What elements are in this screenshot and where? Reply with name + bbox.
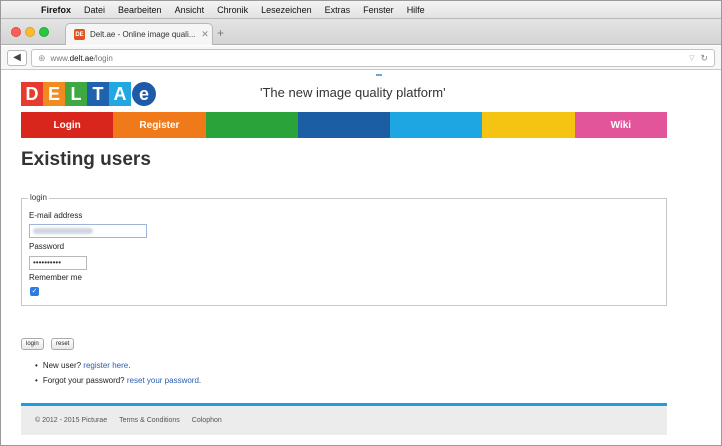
delta-e-logo[interactable]: D E L T A e — [21, 82, 156, 106]
menu-ansicht[interactable]: Ansicht — [175, 5, 205, 15]
fieldset-legend: login — [28, 193, 49, 202]
main-nav: Login Register Wiki — [21, 112, 667, 138]
menu-fenster[interactable]: Fenster — [363, 5, 394, 15]
menubar: Firefox Datei Bearbeiten Ansicht Chronik… — [1, 1, 721, 19]
menu-chronik[interactable]: Chronik — [217, 5, 248, 15]
close-window-button[interactable] — [11, 27, 21, 37]
logo-letter: D — [21, 82, 43, 106]
logo-letter-e: e — [132, 82, 156, 106]
nav-segment-yellow[interactable] — [482, 112, 575, 138]
nav-register[interactable]: Register — [113, 112, 206, 138]
favicon-icon: DE — [74, 29, 85, 40]
browser-window: Firefox Datei Bearbeiten Ansicht Chronik… — [0, 0, 722, 446]
menu-bearbeiten[interactable]: Bearbeiten — [118, 5, 162, 15]
email-value-redacted — [33, 228, 93, 234]
nav-wiki[interactable]: Wiki — [574, 112, 667, 138]
remember-me-checkbox[interactable]: ✓ — [30, 287, 39, 296]
nav-segment-blue[interactable] — [297, 112, 391, 138]
url-bar[interactable]: ⊕ www.delt.ae/login ▽ ↻ — [31, 49, 715, 67]
email-field[interactable] — [29, 224, 147, 238]
reset-password-link[interactable]: reset your password — [127, 376, 199, 385]
forgot-password-item: Forgot your password? reset your passwor… — [35, 376, 201, 385]
new-user-item: New user? register here. — [35, 361, 201, 370]
copyright-text: © 2012 - 2015 Picturae — [35, 417, 108, 424]
url-text: www.delt.ae/login — [50, 53, 113, 63]
back-button[interactable]: ◀ — [7, 50, 27, 66]
page-title: Existing users — [21, 149, 151, 170]
register-link[interactable]: register here — [83, 361, 128, 370]
login-button[interactable]: login — [21, 338, 44, 350]
logo-letter: A — [109, 82, 131, 106]
menu-datei[interactable]: Datei — [84, 5, 105, 15]
logo-letter: T — [87, 82, 109, 106]
decorative-mark — [376, 74, 382, 76]
reload-icon[interactable]: ↻ — [700, 53, 708, 64]
login-fieldset: login E-mail address Password ••••••••••… — [21, 193, 667, 306]
menu-extras[interactable]: Extras — [325, 5, 351, 15]
web-page: D E L T A e 'The new image quality platf… — [2, 71, 720, 445]
help-links: New user? register here. Forgot your pas… — [35, 361, 201, 391]
site-tagline: 'The new image quality platform' — [260, 85, 446, 100]
navigation-bar: ◀ ⊕ www.delt.ae/login ▽ ↻ — [1, 46, 721, 70]
menu-hilfe[interactable]: Hilfe — [407, 5, 425, 15]
minimize-window-button[interactable] — [25, 27, 35, 37]
zoom-window-button[interactable] — [39, 27, 49, 37]
logo-letter: L — [65, 82, 87, 106]
logo-letter: E — [43, 82, 65, 106]
page-footer: © 2012 - 2015 Picturae Terms & Condition… — [21, 403, 667, 435]
nav-login[interactable]: Login — [21, 112, 114, 138]
menu-lesezeichen[interactable]: Lesezeichen — [261, 5, 312, 15]
browser-tab[interactable]: DE Delt.ae - Online image quali... ✕ — [65, 23, 213, 45]
globe-icon: ⊕ — [38, 52, 46, 63]
password-label: Password — [29, 242, 65, 251]
nav-segment-lightblue[interactable] — [390, 112, 483, 138]
close-tab-icon[interactable]: ✕ — [198, 29, 212, 40]
url-dropdown-icon[interactable]: ▽ — [689, 54, 694, 62]
email-label: E-mail address — [29, 211, 83, 220]
new-tab-icon[interactable]: + — [217, 27, 224, 39]
nav-segment-green[interactable] — [205, 112, 298, 138]
reset-button[interactable]: reset — [51, 338, 75, 350]
colophon-link[interactable]: Colophon — [192, 417, 222, 424]
terms-link[interactable]: Terms & Conditions — [119, 417, 180, 424]
menu-app-name[interactable]: Firefox — [41, 5, 71, 15]
tab-strip: DE Delt.ae - Online image quali... ✕ + — [1, 19, 721, 45]
remember-label: Remember me — [29, 273, 82, 282]
tab-title: Delt.ae - Online image quali... — [90, 30, 196, 39]
password-field[interactable]: •••••••••• — [29, 256, 87, 270]
